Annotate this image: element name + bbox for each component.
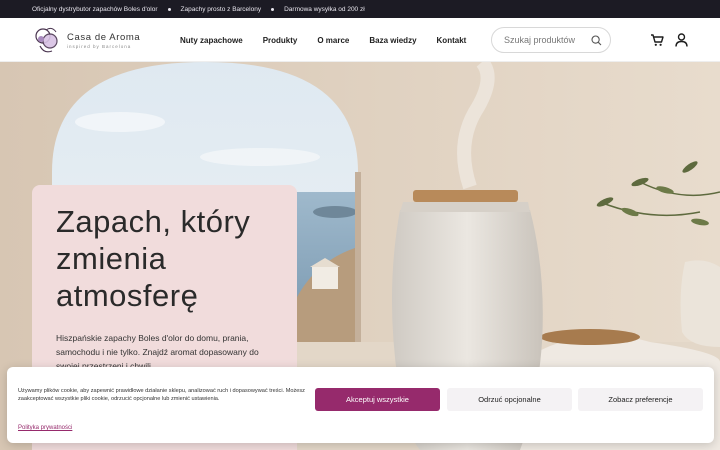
search-icon[interactable] xyxy=(591,35,602,46)
announcement-barcelona: Zapachy prosto z Barcelony xyxy=(180,5,262,13)
cookie-banner: Używamy plików cookie, aby zapewnić praw… xyxy=(7,367,714,443)
announcement-bar: Oficjalny dystrybutor zapachów Boles d'o… xyxy=(0,0,720,18)
privacy-policy-link[interactable]: Polityka prywatności xyxy=(18,425,72,431)
view-preferences-button[interactable]: Zobacz preferencje xyxy=(578,388,703,411)
nav-kontakt[interactable]: Kontakt xyxy=(437,36,467,45)
reject-optional-button[interactable]: Odrzuć opcjonalne xyxy=(447,388,572,411)
site-header: Casa de Aroma inspired by Barcelona Nuty… xyxy=(0,18,720,62)
nav-nuty-zapachowe[interactable]: Nuty zapachowe xyxy=(180,36,243,45)
hero-title: Zapach, który zmienia atmosferę xyxy=(56,204,251,313)
search-input[interactable] xyxy=(504,35,590,45)
nav-o-marce[interactable]: O marce xyxy=(317,36,349,45)
logo-tagline: inspired by Barcelona xyxy=(67,43,132,49)
logo[interactable]: Casa de Aroma inspired by Barcelona xyxy=(32,24,152,56)
nav-baza-wiedzy[interactable]: Baza wiedzy xyxy=(369,36,416,45)
cart-icon[interactable] xyxy=(650,33,664,47)
nav-produkty[interactable]: Produkty xyxy=(263,36,298,45)
cookie-message: Używamy plików cookie, aby zapewnić praw… xyxy=(18,388,305,402)
logo-name: Casa de Aroma xyxy=(67,31,141,43)
logo-mark-icon xyxy=(35,27,58,53)
separator-dot xyxy=(271,7,275,11)
main-nav: Nuty zapachowe Produkty O marce Baza wie… xyxy=(180,18,486,62)
separator-dot xyxy=(167,7,171,11)
announcement-distributor: Oficjalny dystrybutor zapachów Boles d'o… xyxy=(32,5,158,13)
accept-all-button[interactable]: Akceptuj wszystkie xyxy=(315,388,440,411)
search-box[interactable] xyxy=(491,27,611,53)
account-icon[interactable] xyxy=(675,33,688,47)
announcement-shipping: Darmowa wysyłka od 200 zł xyxy=(284,5,365,13)
